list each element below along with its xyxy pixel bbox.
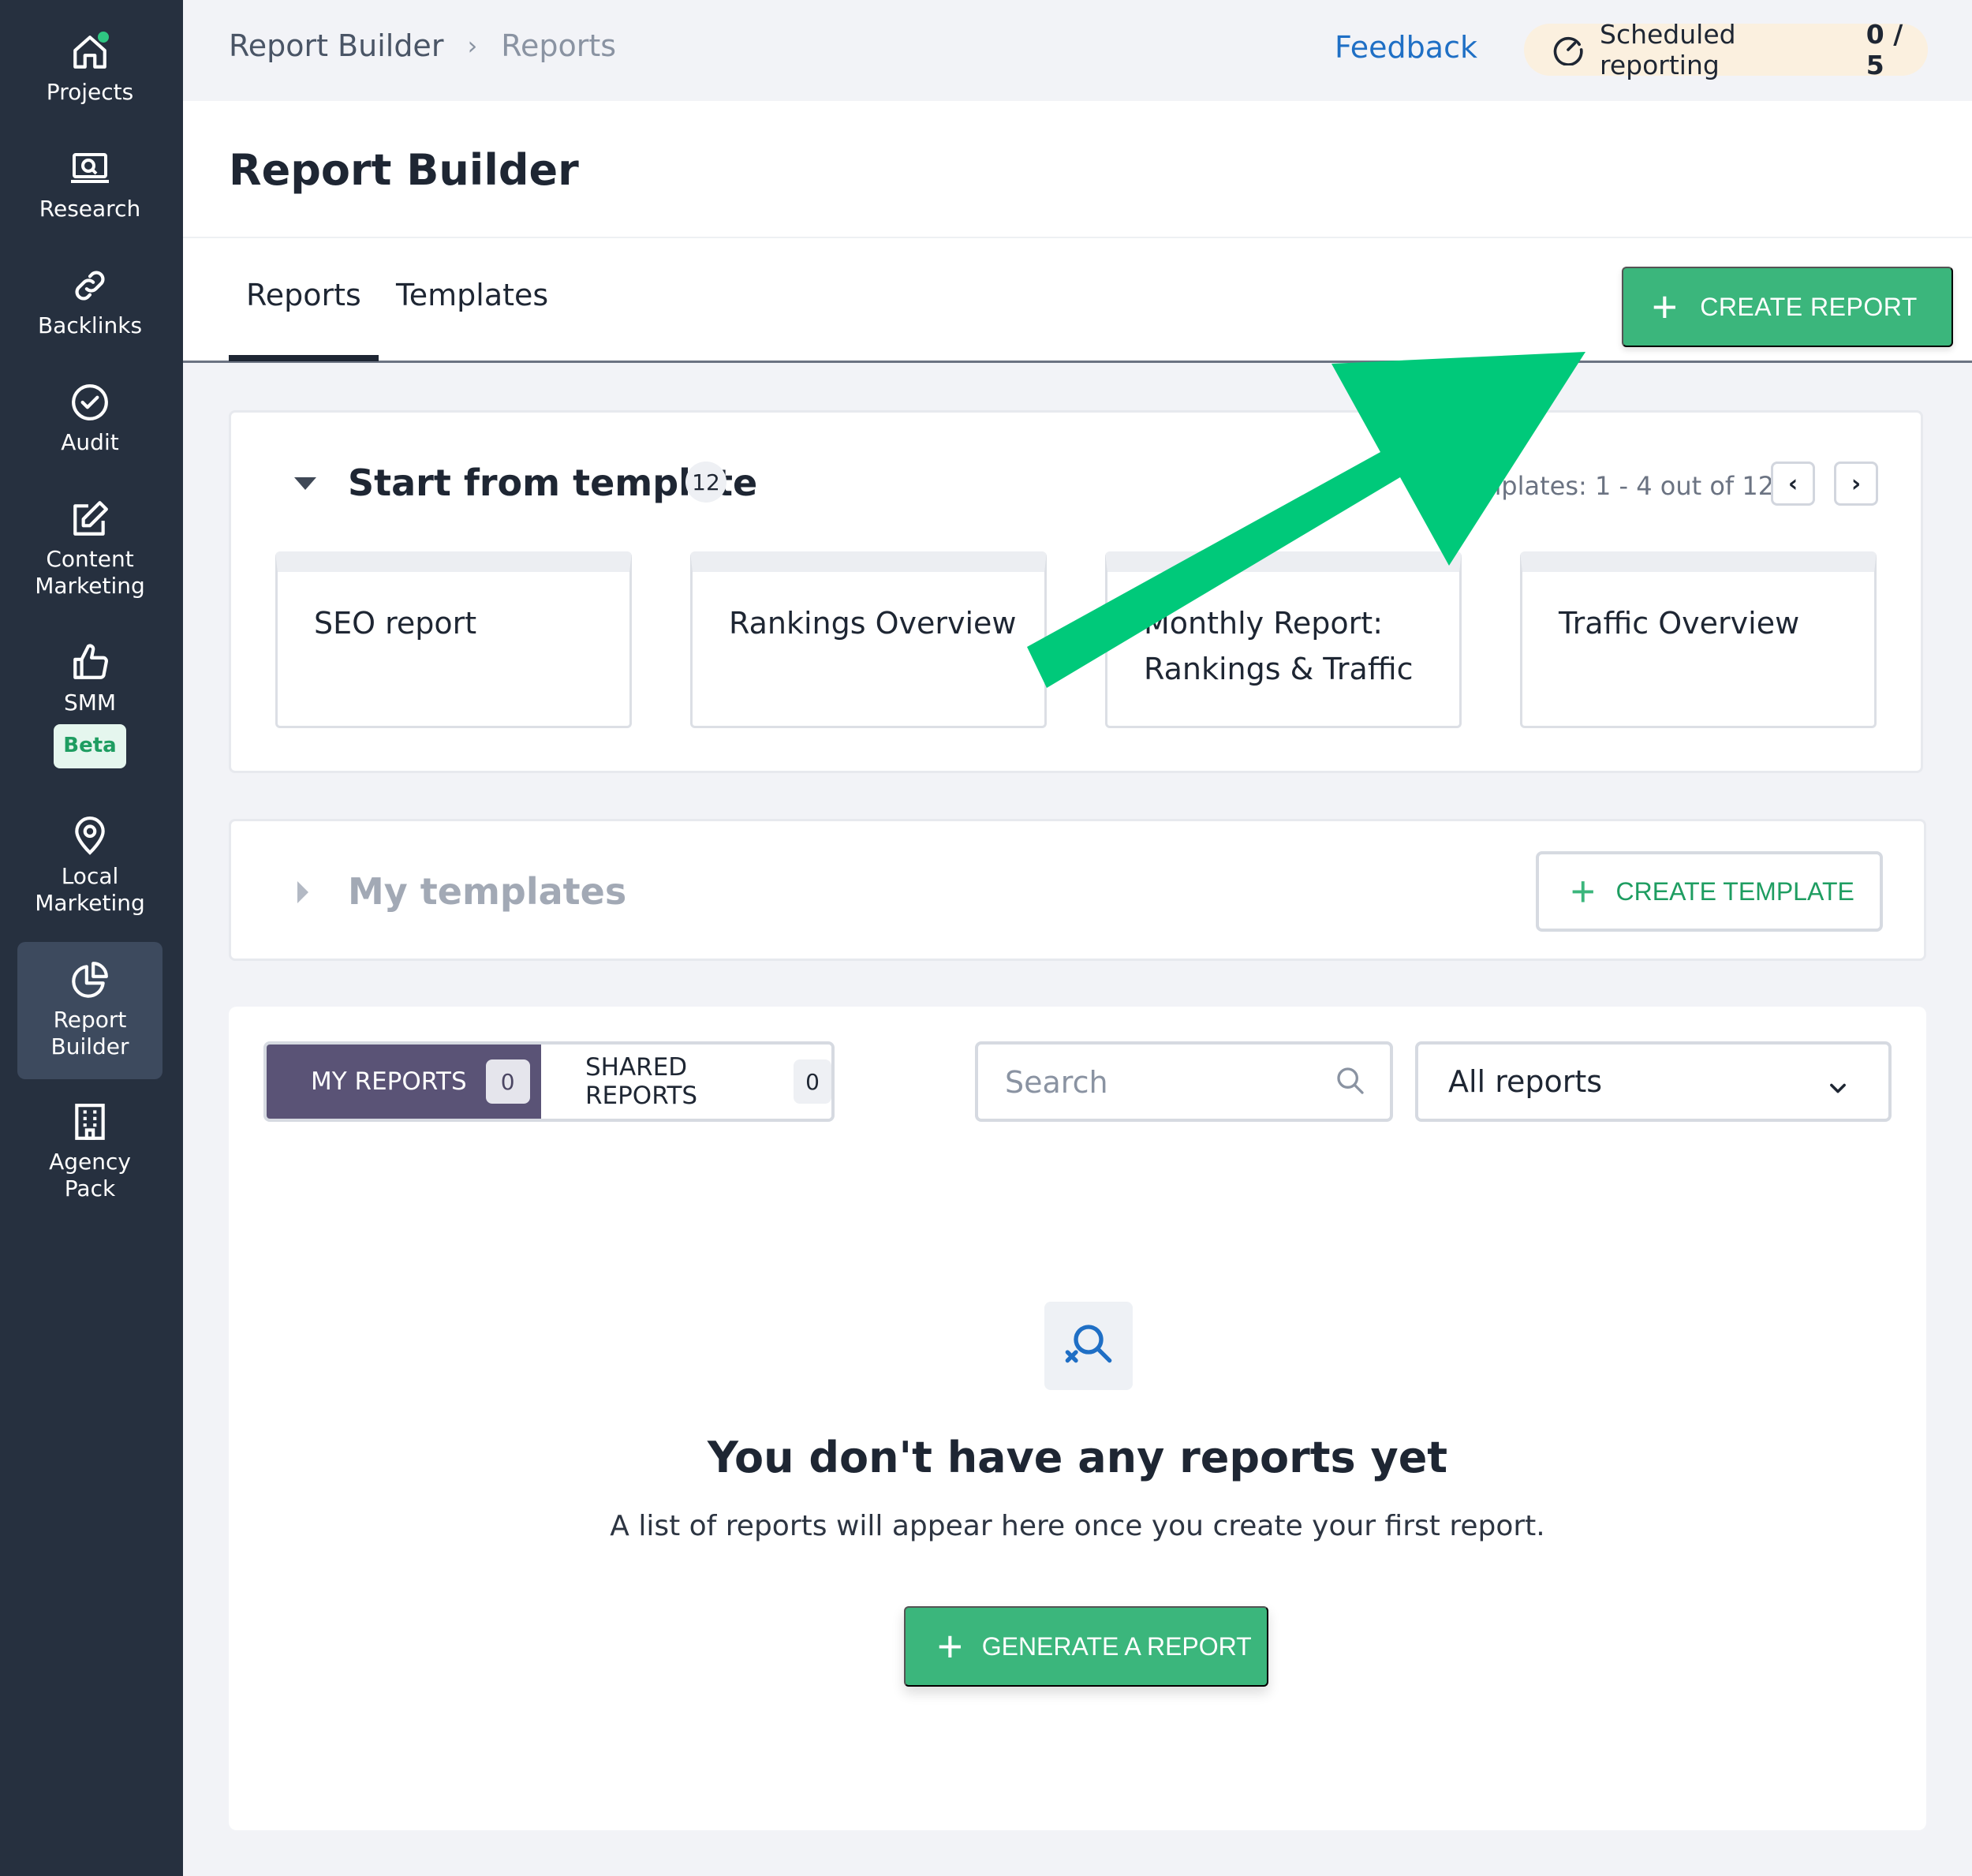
sidebar-item-label: Agency Pack	[49, 1149, 131, 1201]
sidebar: Projects Research Backlinks Audit Conten…	[0, 0, 183, 1876]
scheduled-reporting-button[interactable]: Scheduled reporting 0 / 5	[1524, 19, 1928, 80]
plus-icon: +	[1652, 282, 1679, 331]
pager-prev-button[interactable]: ‹	[1771, 462, 1815, 506]
sidebar-item-content-marketing[interactable]: Content Marketing	[17, 497, 162, 600]
start-from-template-panel: Start from template 12 nplates: 1 - 4 ou…	[229, 410, 1923, 773]
template-card[interactable]: Monthly Report: Rankings & Traffic	[1105, 551, 1462, 728]
pager-next-button[interactable]: ›	[1834, 462, 1878, 506]
sidebar-item-projects[interactable]: Projects	[17, 30, 162, 106]
search-icon[interactable]	[1335, 1065, 1366, 1100]
expand-caret-icon[interactable]	[297, 881, 308, 903]
no-results-search-icon	[1044, 1302, 1133, 1390]
edit-icon	[68, 497, 112, 541]
create-report-label: CREATE REPORT	[1700, 292, 1918, 321]
shared-reports-label: SHARED REPORTS	[585, 1053, 698, 1110]
sidebar-item-agency-pack[interactable]: Agency Pack	[17, 1100, 162, 1202]
sidebar-item-audit[interactable]: Audit	[17, 380, 162, 456]
check-circle-icon	[68, 380, 112, 424]
scheduled-reporting-label: Scheduled reporting	[1600, 19, 1736, 80]
building-icon	[68, 1100, 112, 1144]
report-filter-value: All reports	[1448, 1064, 1603, 1099]
sidebar-item-research[interactable]: Research	[17, 147, 162, 222]
my-reports-tab[interactable]: MY REPORTS 0	[267, 1045, 541, 1119]
scheduled-reporting-count: 0 / 5	[1866, 19, 1903, 80]
sidebar-item-label: Report Builder	[50, 1007, 129, 1059]
sidebar-item-label: Audit	[61, 429, 119, 455]
search-input[interactable]	[1005, 1062, 1336, 1103]
chevron-right-icon: ›	[467, 31, 478, 61]
breadcrumb-current: Reports	[501, 28, 617, 63]
feedback-link[interactable]: Feedback	[1335, 30, 1477, 65]
search-box	[975, 1041, 1393, 1122]
reports-segmented-control: MY REPORTS 0 SHARED REPORTS 0	[263, 1041, 835, 1122]
tab-reports[interactable]: Reports	[246, 278, 361, 312]
pager-text: nplates: 1 - 4 out of 12	[1485, 471, 1775, 501]
template-card[interactable]: Rankings Overview	[690, 551, 1047, 728]
home-icon	[68, 30, 112, 74]
create-template-button[interactable]: + CREATE TEMPLATE	[1536, 851, 1883, 932]
reports-panel: MY REPORTS 0 SHARED REPORTS 0 All report…	[229, 1007, 1926, 1830]
tabs-bar: Reports Templates + CREATE REPORT	[183, 238, 1972, 363]
beta-badge: Beta	[54, 724, 126, 768]
sidebar-item-report-builder[interactable]: Report Builder	[17, 942, 162, 1079]
template-card[interactable]: SEO report	[275, 551, 632, 728]
chevron-down-icon	[1827, 1071, 1849, 1106]
template-card-title: Rankings Overview	[729, 606, 1017, 641]
template-card[interactable]: Traffic Overview	[1520, 551, 1877, 728]
chevron-left-icon: ‹	[1787, 469, 1798, 498]
sidebar-item-label: Local Marketing	[35, 863, 145, 916]
report-filter-select[interactable]: All reports	[1415, 1041, 1892, 1122]
generate-report-button[interactable]: + GENERATE A REPORT	[904, 1606, 1268, 1687]
tab-templates[interactable]: Templates	[396, 278, 548, 312]
gauge-icon	[1552, 34, 1584, 65]
top-bar: Report Builder › Reports Feedback Schedu…	[183, 0, 1972, 101]
active-tab-indicator	[229, 355, 379, 361]
thumbs-up-icon	[68, 641, 112, 685]
template-count-badge: 12	[685, 462, 726, 503]
template-card-title: Monthly Report: Rankings & Traffic	[1144, 606, 1414, 686]
sidebar-item-label: Backlinks	[37, 312, 143, 338]
breadcrumb-link-report-builder[interactable]: Report Builder	[229, 28, 443, 63]
research-icon	[68, 147, 112, 191]
collapse-caret-icon[interactable]	[294, 477, 316, 490]
template-card-title: SEO report	[314, 606, 477, 641]
sidebar-item-backlinks[interactable]: Backlinks	[17, 263, 162, 339]
my-templates-panel: My templates + CREATE TEMPLATE	[229, 819, 1926, 961]
chevron-right-icon: ›	[1851, 469, 1862, 498]
breadcrumb: Report Builder › Reports	[229, 28, 616, 63]
my-reports-label: MY REPORTS	[311, 1067, 467, 1096]
generate-report-label: GENERATE A REPORT	[981, 1631, 1252, 1661]
map-pin-icon	[68, 814, 112, 858]
my-templates-title[interactable]: My templates	[348, 870, 626, 913]
notification-dot	[98, 32, 109, 43]
empty-state-subtitle: A list of reports will appear here once …	[610, 1510, 1545, 1542]
shared-reports-count: 0	[794, 1059, 831, 1104]
empty-state-title: You don't have any reports yet	[707, 1433, 1448, 1482]
sidebar-item-label: Research	[39, 196, 141, 222]
sidebar-item-smm[interactable]: SMM Beta	[17, 641, 162, 768]
create-template-label: CREATE TEMPLATE	[1615, 876, 1854, 906]
template-card-title: Traffic Overview	[1559, 606, 1800, 641]
page-title: Report Builder	[229, 145, 579, 195]
page-header: Report Builder	[183, 101, 1972, 238]
sidebar-item-local-marketing[interactable]: Local Marketing	[17, 814, 162, 917]
shared-reports-tab[interactable]: SHARED REPORTS 0	[540, 1045, 831, 1119]
sidebar-item-label: Projects	[46, 79, 134, 105]
create-report-button[interactable]: + CREATE REPORT	[1622, 267, 1953, 347]
sidebar-item-label: SMM	[63, 689, 117, 716]
plus-icon: +	[1571, 868, 1596, 915]
pie-chart-icon	[68, 958, 112, 1002]
sidebar-item-label: Content Marketing	[35, 546, 145, 599]
link-icon	[68, 263, 112, 308]
plus-icon: +	[937, 1621, 963, 1671]
my-reports-count: 0	[485, 1059, 530, 1104]
